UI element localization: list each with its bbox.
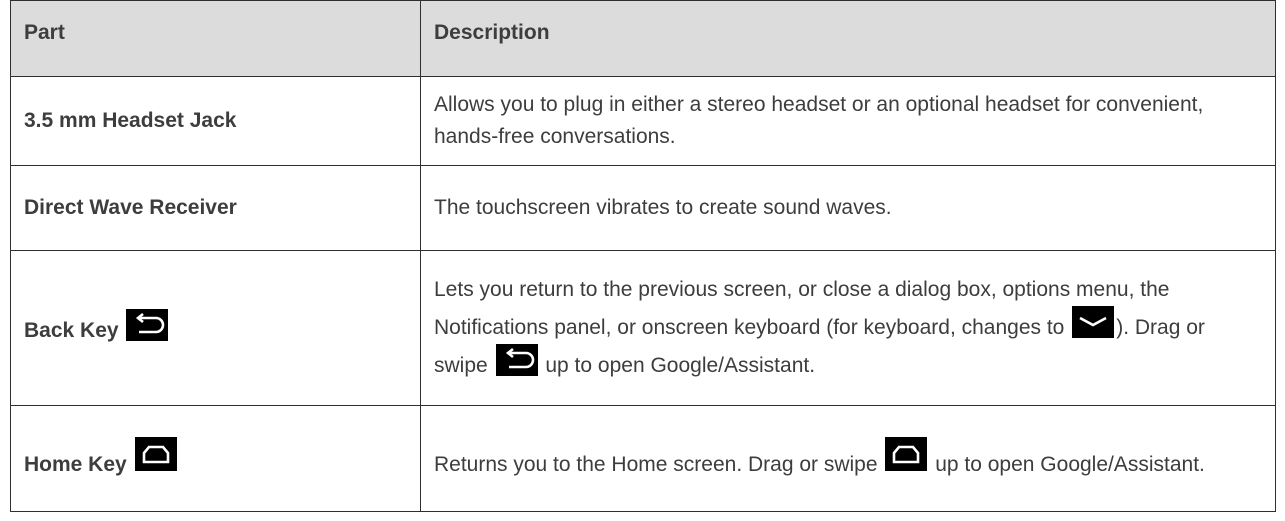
table-row: Home Key Returns you to the Home screen.… [10,405,1276,512]
description-text: up to open Google/Assistant. [929,452,1205,476]
table-row: 3.5 mm Headset Jack Allows you to plug i… [10,76,1276,166]
part-description: Lets you return to the previous screen, … [420,250,1276,406]
part-name-cell: Home Key [10,405,421,512]
table-row: Back Key Lets you return to the previous… [10,250,1276,406]
home-icon [885,436,928,471]
home-icon [134,436,177,471]
part-name: Home Key [24,452,127,476]
part-description: Allows you to plug in either a stereo he… [420,76,1276,166]
part-name: 3.5 mm Headset Jack [10,76,421,166]
back-arrow-icon [495,344,538,376]
parts-table: Part Description 3.5 mm Headset Jack All… [10,0,1276,512]
description-text: Returns you to the Home screen. Drag or … [434,452,884,476]
description-text: up to open Google/Assistant. [539,354,816,377]
part-name-cell: Back Key [10,250,421,406]
part-name: Direct Wave Receiver [10,165,421,251]
header-description: Description [420,0,1276,77]
part-description: Returns you to the Home screen. Drag or … [420,405,1276,512]
table-header-row: Part Description [10,0,1276,77]
chevron-down-icon [1072,306,1115,338]
part-description: The touchscreen vibrates to create sound… [420,165,1276,251]
table-row: Direct Wave Receiver The touchscreen vib… [10,165,1276,251]
back-arrow-icon [126,309,169,341]
part-name: Back Key [24,319,119,342]
description-text: Lets you return to the previous screen, … [434,278,1170,339]
header-part: Part [10,0,421,77]
